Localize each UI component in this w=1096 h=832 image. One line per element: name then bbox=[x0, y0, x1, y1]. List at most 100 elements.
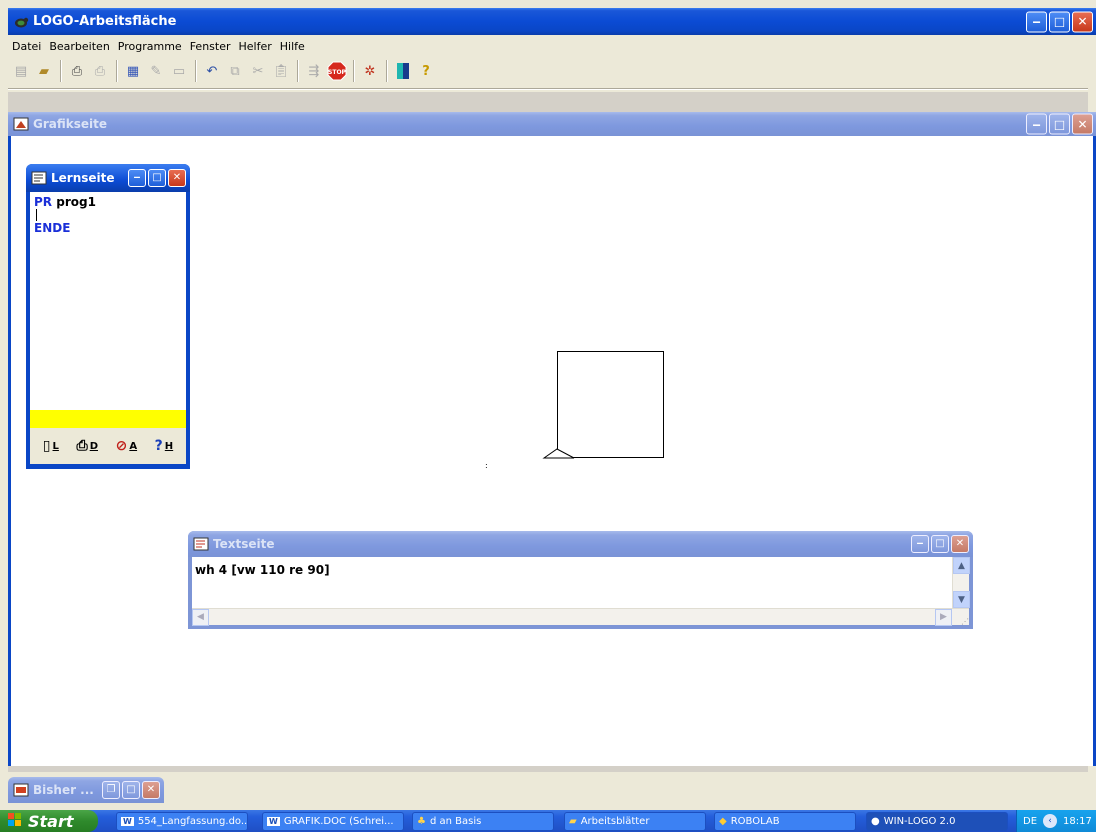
procedure-name: prog1 bbox=[56, 195, 96, 209]
task-label: WIN-LOGO 2.0 bbox=[883, 816, 956, 827]
menu-bearbeiten[interactable]: Bearbeiten bbox=[45, 40, 113, 53]
task-d-an-basis[interactable]: ♣ d an Basis bbox=[412, 812, 554, 831]
bisher-minimized-window[interactable]: Bisher ... ❐ □ ✕ bbox=[8, 777, 164, 803]
task-label: ROBOLAB bbox=[730, 816, 780, 827]
grafik-minimize-button[interactable]: ‒ bbox=[1026, 113, 1047, 135]
start-label: Start bbox=[28, 811, 74, 831]
minimize-button[interactable]: ‒ bbox=[1026, 11, 1047, 32]
learn-button[interactable]: ▯ L bbox=[43, 438, 59, 454]
svg-text:STOP: STOP bbox=[328, 69, 347, 76]
app-icon: ♣ bbox=[417, 816, 426, 827]
task-grafik-doc[interactable]: W GRAFIK.DOC (Schrei... bbox=[262, 812, 404, 831]
task-label: d an Basis bbox=[429, 816, 482, 827]
bisher-restore-button[interactable]: ❐ bbox=[102, 781, 120, 799]
lernseite-titlebar[interactable]: Lernseite ‒ □ ✕ bbox=[26, 164, 190, 192]
task-langfassung[interactable]: W 554_Langfassung.do... bbox=[116, 812, 248, 831]
tray-arrow-icon[interactable]: ‹ bbox=[1043, 814, 1058, 828]
lernseite-editor[interactable]: PR prog1 ENDE bbox=[30, 192, 186, 410]
system-tray: DE ‹ 18:17 bbox=[1016, 810, 1096, 832]
horizontal-scrollbar[interactable]: ◀ ▶ ⋰ bbox=[192, 608, 969, 626]
edit-icon[interactable]: ✎ bbox=[145, 60, 167, 82]
cut-icon[interactable]: ✂ bbox=[247, 60, 269, 82]
toolbar-separator bbox=[195, 60, 197, 82]
bisher-title: Bisher ... bbox=[33, 783, 94, 797]
toolbar-separator bbox=[116, 60, 118, 82]
textseite-icon bbox=[193, 536, 209, 552]
open-icon[interactable]: ▰ bbox=[33, 60, 55, 82]
close-button[interactable]: ✕ bbox=[1072, 11, 1093, 32]
resize-grip-icon[interactable]: ⋰ bbox=[952, 609, 969, 626]
lern-close-button[interactable]: ✕ bbox=[168, 169, 186, 187]
canvas-dot: : bbox=[485, 461, 488, 470]
print-button-label: D bbox=[89, 440, 98, 452]
clock: 18:17 bbox=[1063, 815, 1092, 827]
run-icon[interactable]: ⇶ bbox=[303, 60, 325, 82]
task-robolab[interactable]: ◆ ROBOLAB bbox=[714, 812, 856, 831]
textseite-titlebar[interactable]: Textseite ‒ □ ✕ bbox=[188, 531, 973, 557]
window-icon[interactable]: ▦ bbox=[122, 60, 144, 82]
menu-datei[interactable]: Datei bbox=[8, 40, 45, 53]
task-label: Arbeitsblätter bbox=[580, 816, 650, 827]
cut-line-icon[interactable]: ▭ bbox=[168, 60, 190, 82]
task-arbeitsblaetter[interactable]: ▰ Arbeitsblätter bbox=[564, 812, 706, 831]
maximize-button[interactable]: □ bbox=[1049, 11, 1070, 32]
stop-icon[interactable]: STOP bbox=[326, 60, 348, 82]
toolbar-divider bbox=[8, 88, 1088, 90]
menu-programme[interactable]: Programme bbox=[114, 40, 186, 53]
code-line-1: PR prog1 bbox=[34, 195, 182, 209]
vertical-scrollbar[interactable]: ▲ ▼ bbox=[952, 557, 970, 608]
logo-turtle-icon bbox=[13, 14, 29, 30]
bisher-maximize-button[interactable]: □ bbox=[122, 781, 140, 799]
help-button[interactable]: ? H bbox=[155, 438, 174, 454]
grafik-maximize-button[interactable]: □ bbox=[1049, 113, 1070, 135]
undo-icon[interactable]: ↶ bbox=[201, 60, 223, 82]
bisher-icon bbox=[13, 782, 29, 798]
help-icon[interactable]: ? bbox=[415, 60, 437, 82]
word-doc-icon: W bbox=[121, 817, 134, 826]
scroll-down-icon[interactable]: ▼ bbox=[953, 591, 970, 608]
command-line: wh 4 [vw 110 re 90] bbox=[195, 563, 330, 577]
keyword-pr: PR bbox=[34, 195, 53, 209]
color-icon[interactable] bbox=[392, 60, 414, 82]
start-button[interactable]: Start bbox=[0, 810, 98, 832]
task-win-logo[interactable]: ● WIN-LOGO 2.0 bbox=[866, 812, 1008, 831]
new-icon[interactable]: ▤ bbox=[10, 60, 32, 82]
menu-fenster[interactable]: Fenster bbox=[186, 40, 235, 53]
scroll-left-icon[interactable]: ◀ bbox=[192, 608, 209, 626]
print-button[interactable]: ⎙ D bbox=[76, 438, 98, 454]
text-maximize-button[interactable]: □ bbox=[931, 535, 949, 553]
grafik-close-button[interactable]: ✕ bbox=[1072, 113, 1093, 135]
print-preview-icon[interactable]: ⎙ bbox=[89, 60, 111, 82]
lern-minimize-button[interactable]: ‒ bbox=[128, 169, 146, 187]
folder-icon: ▰ bbox=[569, 816, 577, 827]
taskbar: Start W 554_Langfassung.do... W GRAFIK.DOC… bbox=[0, 810, 1096, 832]
text-minimize-button[interactable]: ‒ bbox=[911, 535, 929, 553]
toolbar-separator bbox=[353, 60, 355, 82]
language-indicator[interactable]: DE bbox=[1023, 816, 1037, 827]
bisher-close-button[interactable]: ✕ bbox=[142, 781, 160, 799]
abort-button[interactable]: ⊘ A bbox=[116, 438, 137, 454]
save-image-icon[interactable]: ✲ bbox=[359, 60, 381, 82]
textseite-title: Textseite bbox=[213, 537, 275, 551]
turtle-cursor bbox=[542, 448, 575, 459]
task-label: 554_Langfassung.do... bbox=[137, 816, 248, 827]
windows-flag-icon bbox=[8, 812, 22, 831]
book-icon: ▯ bbox=[42, 438, 51, 454]
abort-button-label: A bbox=[129, 440, 138, 452]
menu-hilfe[interactable]: Hilfe bbox=[276, 40, 309, 53]
print-icon[interactable]: ⎙ bbox=[66, 60, 88, 82]
menu-helfer[interactable]: Helfer bbox=[235, 40, 276, 53]
scroll-right-icon[interactable]: ▶ bbox=[935, 608, 952, 626]
scroll-up-icon[interactable]: ▲ bbox=[953, 557, 970, 574]
text-close-button[interactable]: ✕ bbox=[951, 535, 969, 553]
lernseite-status-bar bbox=[30, 410, 186, 428]
question-icon: ? bbox=[154, 438, 163, 454]
paste-icon[interactable]: 📋︎ bbox=[270, 60, 292, 82]
textseite-editor[interactable]: wh 4 [vw 110 re 90] ▲ ▼ ◀ ▶ ⋰ bbox=[192, 557, 970, 626]
app-titlebar[interactable]: LOGO-Arbeitsfläche ‒ □ ✕ bbox=[8, 8, 1096, 35]
copy-icon[interactable]: ⧉ bbox=[224, 60, 246, 82]
app-title: LOGO-Arbeitsfläche bbox=[33, 14, 177, 29]
scroll-track[interactable] bbox=[953, 574, 969, 591]
grafikseite-titlebar[interactable]: Grafikseite ‒ □ ✕ bbox=[8, 112, 1096, 136]
lern-maximize-button[interactable]: □ bbox=[148, 169, 166, 187]
